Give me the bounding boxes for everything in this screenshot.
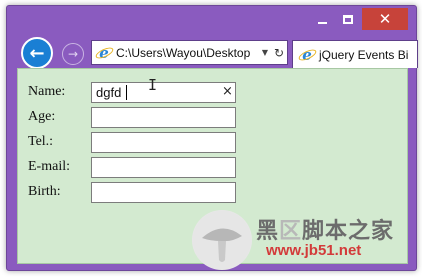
address-dropdown-button[interactable]: ▼ bbox=[259, 48, 271, 57]
watermark-title-dim: 区 bbox=[279, 219, 303, 244]
back-button[interactable]: ← bbox=[21, 37, 53, 69]
watermark-url: www.jb51.net bbox=[266, 242, 362, 259]
maximize-icon bbox=[343, 14, 353, 24]
age-row: Age: bbox=[18, 107, 407, 129]
browser-tab[interactable]: e jQuery Events Bi bbox=[292, 40, 418, 68]
tab-title: jQuery Events Bi bbox=[319, 47, 409, 62]
clear-input-button[interactable]: × bbox=[222, 84, 233, 99]
age-label: Age: bbox=[28, 109, 56, 124]
ie-icon: e bbox=[95, 44, 113, 62]
minimize-icon bbox=[317, 21, 327, 24]
minimize-button[interactable] bbox=[309, 8, 335, 30]
email-label: E-mail: bbox=[28, 159, 70, 174]
age-input[interactable] bbox=[91, 107, 236, 128]
email-input[interactable] bbox=[91, 157, 236, 178]
mushroom-logo-icon bbox=[192, 210, 252, 270]
birth-input[interactable] bbox=[91, 182, 236, 203]
title-bar: ✕ bbox=[7, 6, 416, 36]
watermark: 黑区脚本之家 www.jb51.net bbox=[190, 210, 416, 274]
maximize-button[interactable] bbox=[335, 8, 361, 30]
tel-input[interactable] bbox=[91, 132, 236, 153]
tel-row: Tel.: bbox=[18, 132, 407, 154]
name-input[interactable]: dgfd bbox=[91, 82, 236, 103]
email-row: E-mail: bbox=[18, 157, 407, 179]
birth-label: Birth: bbox=[28, 184, 61, 199]
name-label: Name: bbox=[28, 84, 66, 99]
address-bar[interactable]: e C:\Users\Wayou\Desktop ▼ ↻ bbox=[91, 40, 288, 65]
birth-row: Birth: bbox=[18, 182, 407, 204]
text-caret bbox=[126, 85, 127, 100]
watermark-title-strong: 黑 bbox=[256, 219, 280, 244]
text-cursor-icon: I bbox=[148, 76, 158, 94]
watermark-title-rest: 脚本之家 bbox=[302, 219, 395, 244]
watermark-title: 黑区脚本之家 bbox=[256, 213, 394, 245]
navigation-bar: ← → e C:\Users\Wayou\Desktop ▼ ↻ e jQuer… bbox=[7, 34, 418, 69]
address-text: C:\Users\Wayou\Desktop bbox=[116, 45, 251, 60]
forward-button[interactable]: → bbox=[62, 43, 84, 65]
name-row: Name: dgfd × I bbox=[18, 76, 407, 104]
tel-label: Tel.: bbox=[28, 134, 54, 149]
close-button[interactable]: ✕ bbox=[362, 8, 408, 30]
refresh-button[interactable]: ↻ bbox=[271, 46, 287, 60]
tab-favicon-icon: e bbox=[298, 46, 316, 64]
